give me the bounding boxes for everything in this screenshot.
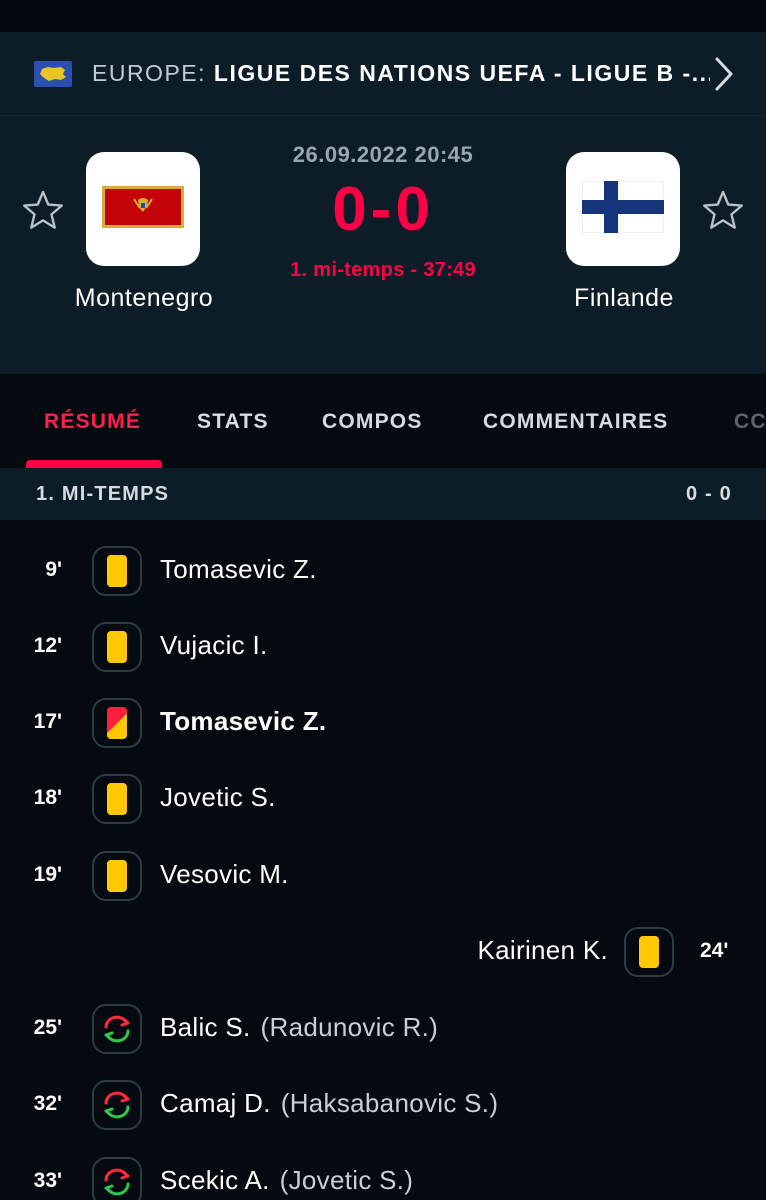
event-minute: 32' xyxy=(33,1092,62,1115)
active-tab-indicator xyxy=(26,460,162,468)
section-score: 0 - 0 xyxy=(685,482,732,505)
event-minute: 24' xyxy=(700,939,729,962)
event-row[interactable]: 32' Camaj D. (Haksabanovic S.) xyxy=(0,1068,766,1144)
finland-flag-icon xyxy=(581,180,665,238)
event-minute: 25' xyxy=(33,1016,62,1039)
event-player: Balic S. (Radunovic R.) xyxy=(160,1012,438,1043)
tab-commentaires[interactable]: COMMENTAIRES xyxy=(483,410,669,434)
status-bar-area xyxy=(0,0,766,32)
event-player: Vujacic I. xyxy=(160,630,268,660)
yellow-card-icon xyxy=(92,546,142,596)
events-list: 9' Tomasevic Z. 12' Vujacic I. 17' Tomas… xyxy=(0,520,766,1200)
away-team-logo[interactable] xyxy=(566,152,680,266)
event-row[interactable]: 19' Vesovic M. xyxy=(0,839,766,915)
event-player: Kairinen K. xyxy=(477,935,608,965)
europe-flag-icon xyxy=(34,60,72,87)
chevron-right-icon[interactable] xyxy=(710,54,738,94)
event-minute: 12' xyxy=(33,634,62,657)
second-yellow-red-card-icon xyxy=(92,698,142,748)
competition-country: EUROPE: xyxy=(92,60,207,86)
substitution-icon xyxy=(92,1157,142,1200)
event-player: Camaj D. (Haksabanovic S.) xyxy=(160,1088,498,1119)
event-row[interactable]: 9' Tomasevic Z. xyxy=(0,534,766,610)
tab-stats[interactable]: STATS xyxy=(197,410,269,434)
yellow-card-icon xyxy=(92,622,142,672)
match-header: Montenegro 26.09.2022 20:45 0-0 1. mi-te… xyxy=(0,116,766,374)
event-row[interactable]: 18' Jovetic S. xyxy=(0,762,766,838)
sub-player-out: (Radunovic R.) xyxy=(260,1012,439,1042)
away-team-name[interactable]: Finlande xyxy=(504,284,744,313)
substitution-icon xyxy=(92,1004,142,1054)
section-title: 1. MI-TEMPS xyxy=(36,482,170,505)
competition-title: EUROPE: LIGUE DES NATIONS UEFA - LIGUE B… xyxy=(92,60,710,87)
event-minute: 9' xyxy=(45,558,62,581)
sub-player-in: Camaj D. xyxy=(160,1088,271,1118)
event-row[interactable]: Kairinen K. 24' xyxy=(0,915,766,991)
tab-cote[interactable]: CC xyxy=(734,410,766,434)
event-player: Tomasevic Z. xyxy=(160,554,317,584)
event-minute: 17' xyxy=(33,710,62,733)
sub-player-in: Balic S. xyxy=(160,1012,251,1042)
event-player: Jovetic S. xyxy=(160,782,276,812)
event-player: Tomasevic Z. xyxy=(160,706,327,736)
competition-name: LIGUE DES NATIONS UEFA - LIGUE B -... xyxy=(213,60,710,86)
event-row[interactable]: 12' Vujacic I. xyxy=(0,610,766,686)
favorite-away-star-icon[interactable] xyxy=(700,188,746,234)
tab-compos[interactable]: COMPOS xyxy=(322,410,423,434)
competition-bar[interactable]: EUROPE: LIGUE DES NATIONS UEFA - LIGUE B… xyxy=(0,32,766,116)
yellow-card-icon xyxy=(92,774,142,824)
event-minute: 33' xyxy=(33,1169,62,1192)
event-row[interactable]: 33' Scekic A. (Jovetic S.) xyxy=(0,1145,766,1200)
event-minute: 18' xyxy=(33,786,62,809)
sub-player-in: Scekic A. xyxy=(160,1165,270,1195)
event-player: Scekic A. (Jovetic S.) xyxy=(160,1165,413,1196)
event-row[interactable]: 17' Tomasevic Z. xyxy=(0,686,766,762)
match-tabs: RÉSUMÉ STATS COMPOS COMMENTAIRES CC xyxy=(0,374,766,468)
home-team-name[interactable]: Montenegro xyxy=(24,284,264,313)
sub-player-out: (Haksabanovic S.) xyxy=(280,1088,499,1118)
sub-player-out: (Jovetic S.) xyxy=(279,1165,414,1195)
event-player: Vesovic M. xyxy=(160,859,289,889)
substitution-icon xyxy=(92,1080,142,1130)
tab-resume[interactable]: RÉSUMÉ xyxy=(44,410,141,434)
yellow-card-icon xyxy=(92,851,142,901)
event-minute: 19' xyxy=(33,863,62,886)
event-row[interactable]: 25' Balic S. (Radunovic R.) xyxy=(0,992,766,1068)
section-header: 1. MI-TEMPS 0 - 0 xyxy=(0,468,766,520)
yellow-card-icon xyxy=(624,927,674,977)
